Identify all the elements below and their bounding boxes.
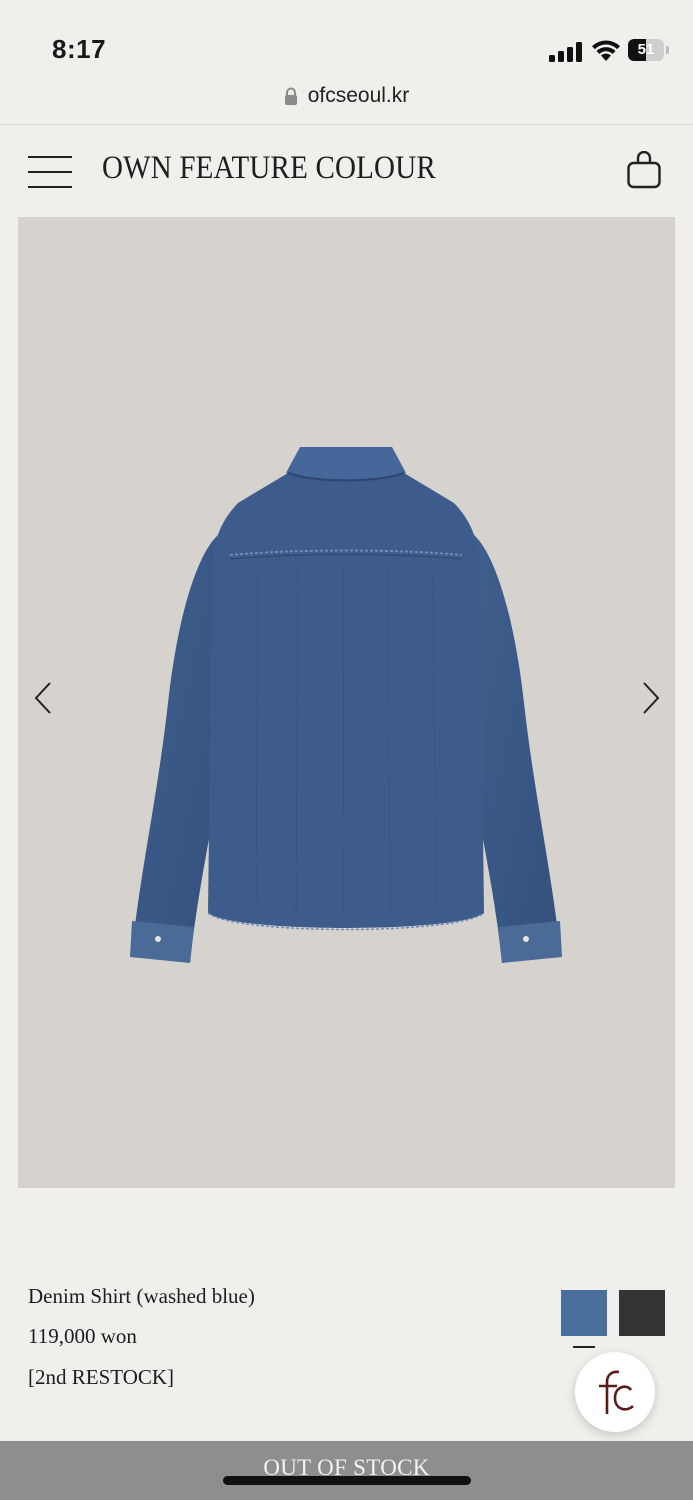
fc-logo-icon — [599, 1370, 634, 1414]
chat-badge-button[interactable] — [575, 1352, 655, 1432]
browser-url-bar[interactable]: ofcseoul.kr — [0, 80, 693, 124]
status-bar: 8:17 51 — [0, 0, 693, 80]
color-swatch-black[interactable] — [619, 1290, 665, 1336]
product-price: 119,000 won — [28, 1324, 137, 1348]
denim-shirt-image — [130, 447, 562, 963]
status-time: 8:17 — [52, 34, 107, 64]
battery-level: 51 — [637, 41, 655, 58]
url-text: ofcseoul.kr — [307, 84, 410, 107]
chevron-left-icon[interactable] — [30, 680, 58, 716]
cellular-signal-icon — [549, 42, 582, 62]
site-header: OWN FEATURE COLOUR — [0, 125, 693, 217]
restock-tag: [2nd RESTOCK] — [28, 1365, 175, 1389]
shopping-bag-icon[interactable] — [626, 151, 662, 189]
color-swatch-washed-blue[interactable] — [561, 1290, 607, 1336]
product-name: Denim Shirt (washed blue) — [28, 1284, 255, 1308]
lock-icon — [284, 87, 297, 105]
home-indicator[interactable] — [223, 1476, 471, 1485]
out-of-stock-button[interactable]: OUT OF STOCK — [0, 1441, 693, 1500]
brand-logo-text[interactable]: OWN FEATURE COLOUR — [102, 150, 436, 187]
hamburger-menu-icon[interactable] — [28, 156, 72, 188]
battery-icon: 51 — [628, 39, 670, 61]
wifi-icon — [592, 40, 620, 61]
chevron-right-icon[interactable] — [636, 680, 664, 716]
selected-swatch-indicator — [573, 1346, 595, 1348]
